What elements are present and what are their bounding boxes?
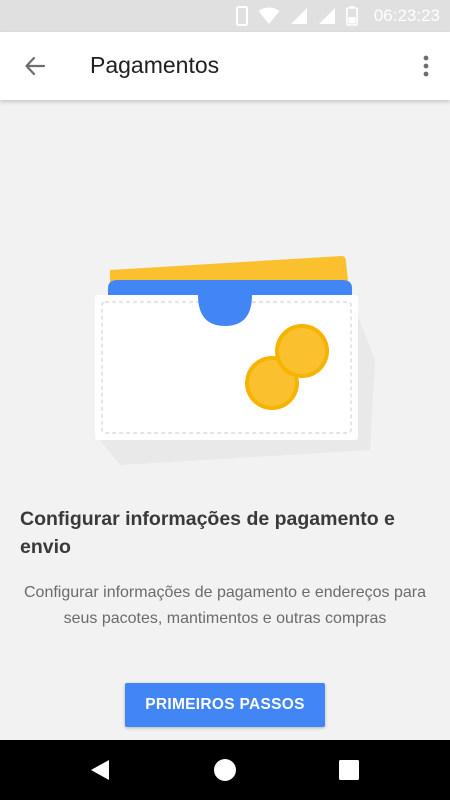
navigation-bar [0,740,450,800]
wallet-icon [95,256,375,465]
back-triangle-icon [91,760,109,780]
app-bar: Pagamentos [0,32,450,100]
status-bar: 06:23:23 [0,0,450,32]
nav-back-button[interactable] [82,752,118,788]
wallet-illustration [80,240,380,470]
wifi-icon [258,7,280,24]
signal-icon [318,8,335,24]
battery-icon [346,6,358,26]
get-started-button[interactable]: PRIMEIROS PASSOS [125,683,325,727]
nav-home-button[interactable] [207,752,243,788]
arrow-back-icon [25,56,46,76]
back-button[interactable] [18,49,52,83]
status-time: 06:23:23 [373,6,440,25]
nav-recents-button[interactable] [331,752,367,788]
more-options-button[interactable] [416,49,436,83]
status-icons: 06:23:23 [235,0,450,32]
setup-description: Configurar informações de pagamento e en… [23,584,427,627]
signal-icon [290,8,307,24]
page-title: Pagamentos [90,52,220,78]
more-vert-icon [423,55,429,77]
screen: 06:23:23 Pagamentos Configurar informaçõ… [0,0,450,800]
home-circle-icon [214,759,236,781]
phone-outline-icon [235,6,248,26]
setup-headline: Configurar informações de pagamento e en… [20,508,395,558]
recents-square-icon [339,760,359,780]
